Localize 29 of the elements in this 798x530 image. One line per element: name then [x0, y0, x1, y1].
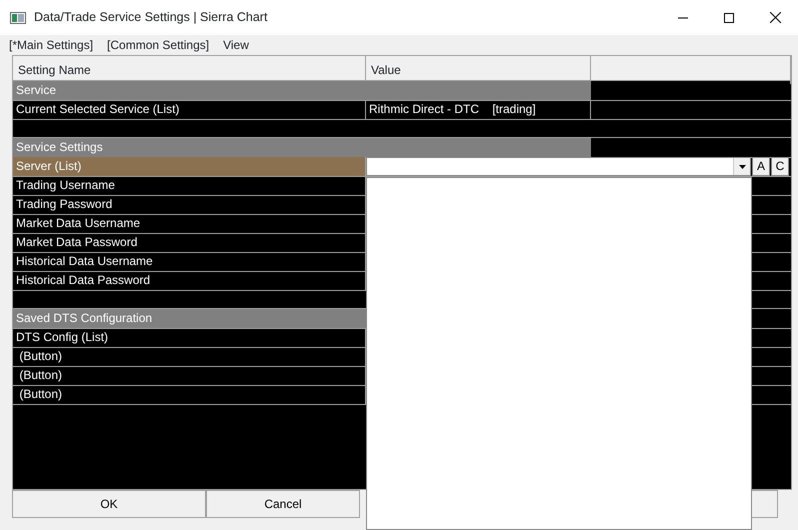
setting-name[interactable]: Historical Data Username	[13, 252, 366, 272]
dialog-button[interactable]	[750, 490, 778, 518]
setting-name[interactable]: Historical Data Password	[13, 271, 366, 291]
dropdown-caret-icon[interactable]	[733, 158, 750, 175]
setting-name[interactable]: (Button)	[13, 366, 366, 386]
setting-name[interactable]: DTS Config (List)	[13, 328, 366, 348]
setting-name[interactable]: (Button)	[13, 385, 366, 405]
setting-name[interactable]: Market Data Password	[13, 233, 366, 253]
dialog-button[interactable]: Cancel	[206, 490, 360, 518]
menu-item[interactable]: [*Main Settings]	[9, 36, 94, 54]
side-button[interactable]: A	[752, 157, 770, 176]
maximize-icon[interactable]	[724, 12, 734, 22]
setting-name[interactable]: (Button)	[13, 347, 366, 367]
setting-value: Rithmic Direct - DTC [trading]	[366, 100, 591, 120]
group-header: Service Settings	[13, 138, 591, 158]
menu-item[interactable]: View	[223, 36, 249, 54]
dialog-button[interactable]: OK	[12, 490, 206, 518]
app-icon	[10, 12, 26, 24]
setting-name[interactable]: Trading Password	[13, 195, 366, 215]
setting-name[interactable]: Trading Username	[13, 176, 366, 196]
window-title: Data/Trade Service Settings | Sierra Chart	[34, 9, 268, 26]
setting-name[interactable]: Current Selected Service (List)	[13, 100, 366, 120]
setting-name[interactable]: Server (List)	[13, 157, 366, 177]
dropdown-field[interactable]	[366, 157, 751, 176]
side-button[interactable]: C	[771, 157, 789, 176]
close-icon[interactable]	[770, 12, 780, 23]
setting-name[interactable]: Market Data Username	[13, 214, 366, 234]
group-header: Service	[13, 81, 591, 101]
menu-item[interactable]: [Common Settings]	[107, 36, 210, 54]
